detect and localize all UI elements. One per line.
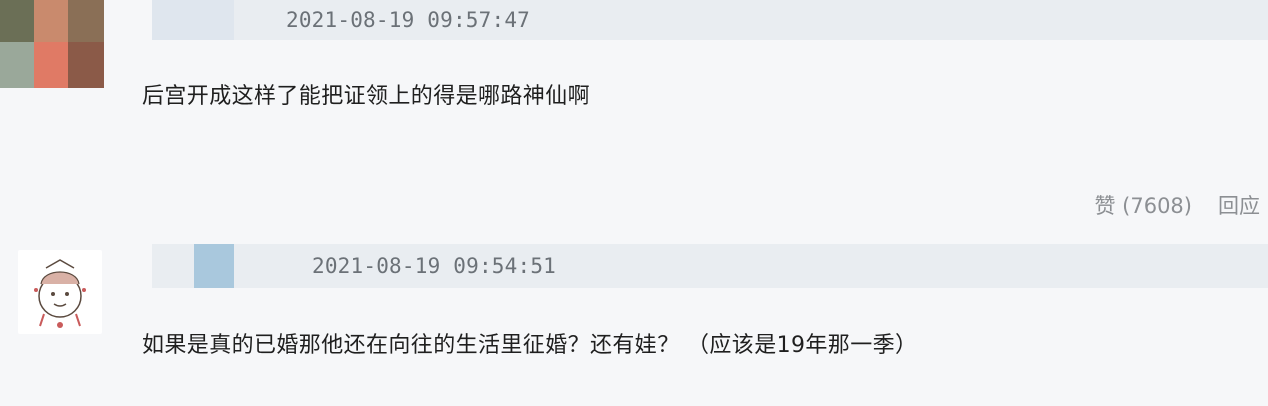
like-button[interactable]: 赞 (7608) (1094, 190, 1192, 220)
comment-timestamp: 2021-08-19 09:54:51 (312, 254, 557, 278)
comment-text: 如果是真的已婚那他还在向往的生活里征婚？还有娃？ （应该是19年那一季） (142, 333, 918, 358)
comment-header: 2021-08-19 09:54:51 (152, 244, 1268, 288)
comment-item: 2021-08-19 09:54:51 如果是真的已婚那他还在向往的生活里征婚？… (0, 230, 1268, 406)
comment-timestamp: 2021-08-19 09:57:47 (286, 8, 531, 32)
comment-header: 2021-08-19 09:57:47 (152, 0, 1268, 40)
comment-actions: 赞 (7608) 回应 (1094, 190, 1260, 220)
username-mask[interactable] (152, 0, 234, 40)
username-mask[interactable] (194, 244, 234, 288)
user-avatar[interactable] (18, 250, 102, 334)
reply-button[interactable]: 回应 (1218, 190, 1260, 220)
cartoon-avatar-icon (34, 259, 86, 328)
comment-item: 2021-08-19 09:57:47 后宫开成这样了能把证领上的得是哪路神仙啊… (0, 0, 1268, 230)
comment-text: 后宫开成这样了能把证领上的得是哪路神仙啊 (142, 84, 591, 109)
user-avatar[interactable] (0, 0, 104, 88)
